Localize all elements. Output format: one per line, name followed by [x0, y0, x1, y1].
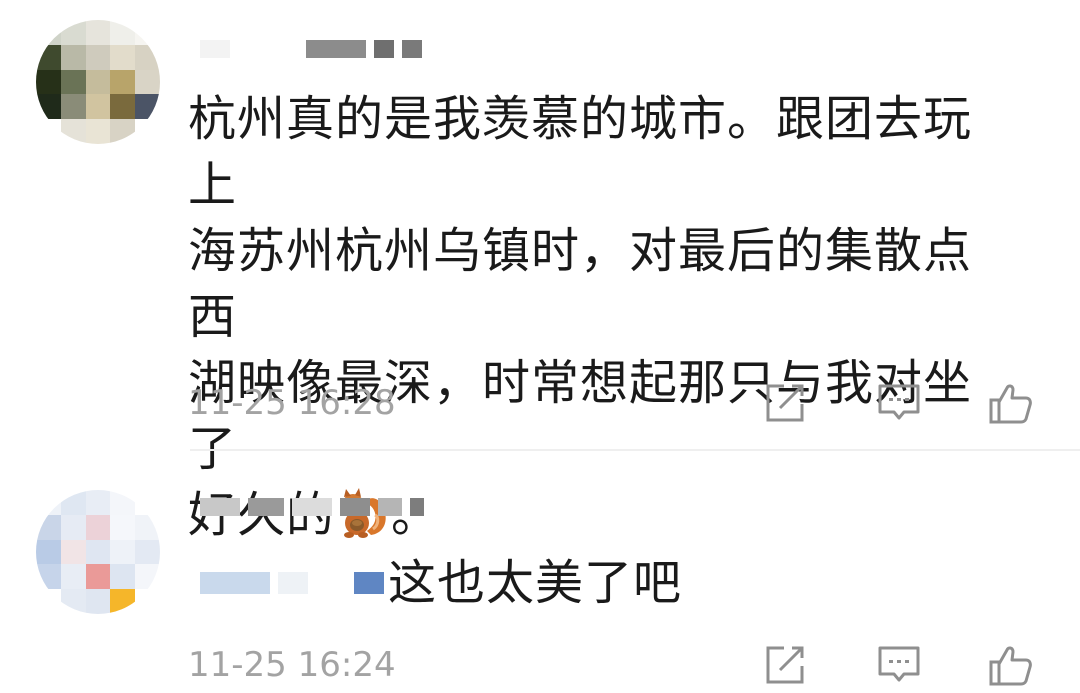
comment-meta: 11-25 16:24	[188, 640, 1048, 690]
avatar-mosaic	[36, 20, 160, 144]
avatar[interactable]	[36, 20, 160, 144]
avatar[interactable]	[36, 490, 160, 614]
comment-timestamp: 11-25 16:24	[188, 645, 396, 685]
comment-line: 杭州真的是我羡慕的城市。跟团去玩上	[188, 91, 973, 213]
comment-icon[interactable]	[876, 380, 922, 426]
thumbs-up-icon[interactable]	[988, 642, 1034, 688]
comment-icon[interactable]	[876, 642, 922, 688]
comment-item: 杭州真的是我羡慕的城市。跟团去玩上 海苏州杭州乌镇时，对最后的集散点西 湖映像最…	[0, 0, 1080, 543]
thumbs-up-icon[interactable]	[988, 380, 1034, 426]
avatar-mosaic	[36, 490, 160, 614]
comment-timestamp: 11-25 16:28	[188, 383, 396, 423]
comment-line: 海苏州杭州乌镇时，对最后的集散点西	[188, 223, 973, 345]
comment-text: 这也太美了吧	[388, 550, 988, 616]
comment-line: 这也太美了吧	[388, 555, 683, 611]
comment-item: 这也太美了吧 11-25 16:24	[0, 450, 1080, 693]
share-edit-icon[interactable]	[762, 642, 808, 688]
share-edit-icon[interactable]	[762, 380, 808, 426]
username-redacted[interactable]	[200, 40, 422, 58]
comment-meta: 11-25 16:28	[188, 378, 1048, 428]
